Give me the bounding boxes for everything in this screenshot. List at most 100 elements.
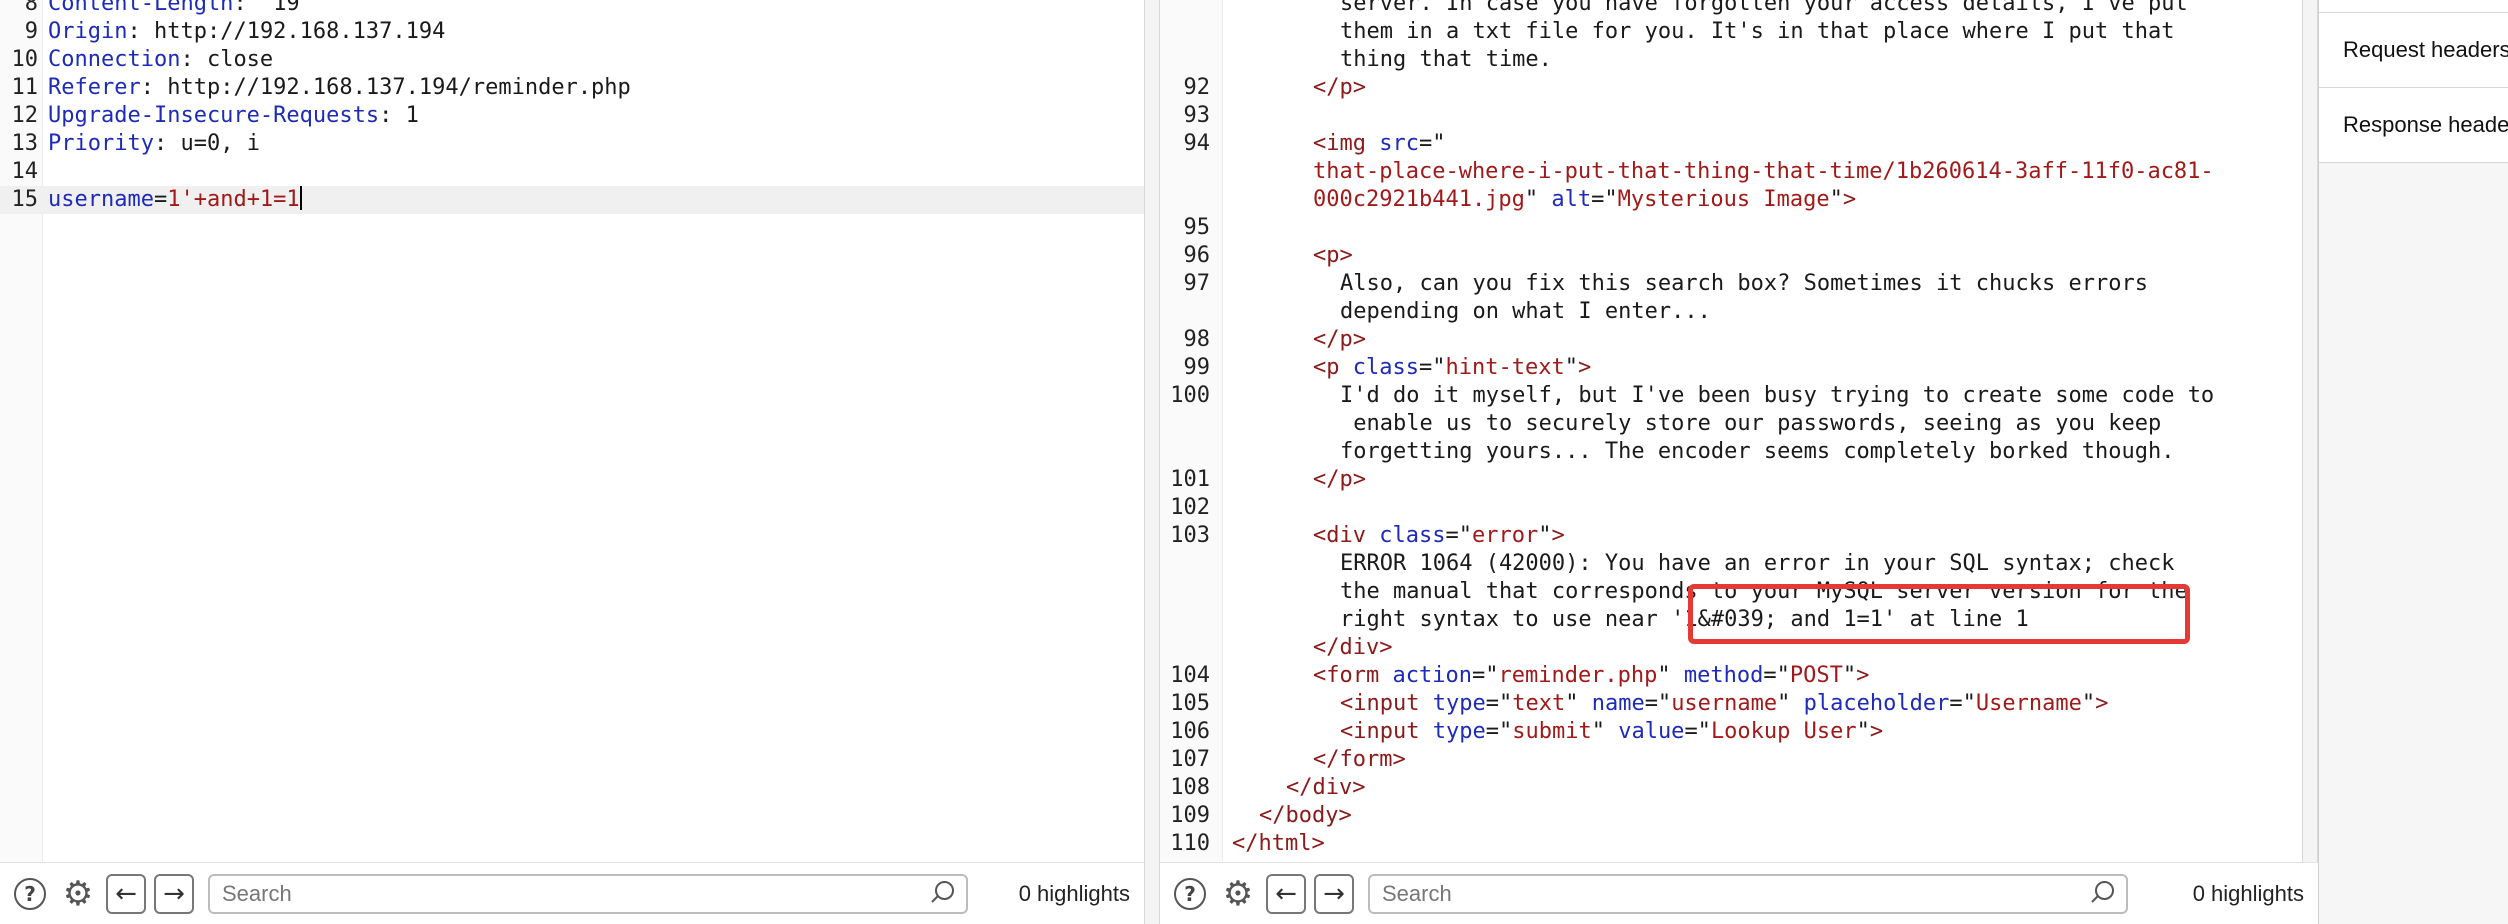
header-name: Connection — [48, 47, 181, 72]
code-line[interactable]: 10 Connection: close — [0, 46, 1144, 74]
highlights-count: 0 highlights — [2192, 880, 2304, 906]
line-number: 104 — [1170, 663, 1210, 688]
attr-value: text — [1512, 691, 1566, 716]
code-line[interactable]: 14 — [0, 158, 1144, 186]
line-number — [1160, 606, 1232, 634]
code-line-active[interactable]: 15 username=1'+and+1=1 — [0, 186, 1144, 214]
line-number: 8 — [24, 0, 38, 16]
code-line: 100 I'd do it myself, but I've been busy … — [1160, 382, 2318, 410]
line-number — [1160, 410, 1232, 438]
inspector-response-headers[interactable]: Response headers — [2319, 88, 2508, 163]
attr-value: username — [1671, 691, 1778, 716]
help-button[interactable]: ? — [10, 874, 50, 914]
attr-value: reminder.php — [1498, 663, 1658, 688]
sql-error-text: ERROR 1064 (42000): You have an error in… — [1340, 551, 2175, 576]
code-line: 105 <input type="text" name="username" pl… — [1160, 690, 2318, 718]
line-number: 14 — [11, 159, 39, 184]
code-line: 101 </p> — [1160, 466, 2318, 494]
code-line[interactable]: 9 Origin: http://192.168.137.194 — [0, 18, 1144, 46]
body-param-name: username — [48, 187, 154, 212]
code-line[interactable]: 12 Upgrade-Insecure-Requests: 1 — [0, 102, 1144, 130]
line-number: 92 — [1183, 75, 1211, 100]
sql-error-text: the manual that corresponds to your MySQ… — [1340, 579, 2188, 604]
attr-name: class — [1352, 355, 1419, 380]
img-src-value: 000c2921b441.jpg — [1313, 187, 1525, 212]
attr-value: submit — [1512, 719, 1592, 744]
line-number: 108 — [1170, 775, 1210, 800]
attr-value: error — [1471, 523, 1539, 548]
header-value: http://192.168.137.194/reminder.php — [153, 75, 631, 100]
attr-name: alt — [1551, 187, 1592, 212]
arrow-left-icon: ← — [1275, 878, 1297, 909]
line-number: 100 — [1170, 383, 1210, 408]
line-number — [1160, 46, 1232, 74]
next-match-button[interactable]: → — [154, 873, 194, 914]
help-button[interactable]: ? — [1170, 874, 1210, 914]
header-name: Origin — [48, 19, 128, 44]
code-line: depending on what I enter... — [1160, 298, 2318, 326]
code-line: enable us to securely store our password… — [1160, 410, 2318, 438]
code-line[interactable]: 11 Referer: http://192.168.137.194/remind… — [0, 74, 1144, 102]
arrow-left-icon: ← — [115, 878, 137, 909]
code-line: forgetting yours... The encoder seems co… — [1160, 438, 2318, 466]
line-number — [1160, 438, 1232, 466]
attr-name: src — [1379, 131, 1419, 156]
request-editor[interactable]: 8 Content-Length: 19 9 Origin: http://192.… — [0, 0, 1144, 862]
inspector-request-headers[interactable]: Request headers — [2319, 13, 2508, 88]
img-src-value: that-place-where-i-put-that-thing-that-t… — [1313, 159, 2214, 184]
code-line[interactable]: 13 Priority: u=0, i — [0, 130, 1144, 158]
settings-button[interactable]: ⚙ — [58, 874, 98, 914]
previous-match-button[interactable]: ← — [106, 873, 146, 914]
code-line: 99 <p class="hint-text"> — [1160, 354, 2318, 382]
body-param-value: 1'+and+1=1 — [167, 187, 300, 212]
attr-value: hint-text — [1445, 355, 1565, 380]
pane-splitter[interactable] — [1144, 0, 1160, 924]
tag-name: p — [1339, 467, 1353, 492]
attr-name: action — [1392, 663, 1472, 688]
settings-button[interactable]: ⚙ — [1218, 874, 1258, 914]
pane-splitter[interactable] — [2302, 0, 2318, 924]
tag-name: html — [1258, 831, 1312, 856]
code-text: thing that time. — [1340, 47, 1552, 72]
request-code[interactable]: 8 Content-Length: 19 9 Origin: http://192.… — [0, 0, 1144, 214]
inspector-top-edge — [2319, 0, 2508, 13]
line-number: 9 — [24, 19, 38, 44]
response-code[interactable]: server. In case you have forgotten your … — [1160, 0, 2318, 858]
line-number — [1160, 634, 1232, 662]
tag-name: form — [1339, 747, 1393, 772]
code-line: </div> — [1160, 634, 2318, 662]
code-line[interactable]: 8 Content-Length: 19 — [0, 0, 1144, 18]
attr-value: Username — [1975, 691, 2082, 716]
attr-name: method — [1683, 663, 1764, 688]
header-value: close — [193, 47, 274, 72]
line-number: 97 — [1183, 271, 1211, 296]
header-value: u=0, i — [167, 131, 260, 156]
code-line: 92 </p> — [1160, 74, 2318, 102]
line-number: 94 — [1183, 131, 1211, 156]
help-icon: ? — [14, 877, 46, 910]
search-icon — [926, 879, 956, 909]
line-number — [1160, 18, 1232, 46]
previous-match-button[interactable]: ← — [1266, 873, 1306, 914]
code-line: 110 </html> — [1160, 830, 2318, 858]
code-line: 97 Also, can you fix this search box? Som… — [1160, 270, 2318, 298]
next-match-button[interactable]: → — [1314, 873, 1354, 914]
code-line: 106 <input type="submit" value="Lookup Us… — [1160, 718, 2318, 746]
search-input[interactable] — [1370, 876, 2086, 911]
code-line: 94 <img src=" that-place-where-i-put-that-… — [1160, 130, 2318, 214]
inspector-panel: Request headers Response headers — [2318, 0, 2508, 924]
code-line: 96 <p> — [1160, 242, 2318, 270]
highlights-count: 0 highlights — [1018, 880, 1130, 906]
response-viewer[interactable]: server. In case you have forgotten your … — [1160, 0, 2318, 862]
search-input[interactable] — [210, 876, 926, 911]
code-line: 93 — [1160, 102, 2318, 130]
code-line: 95 — [1160, 214, 2318, 242]
line-number: 98 — [1183, 327, 1211, 352]
line-number: 106 — [1170, 719, 1210, 744]
gear-icon: ⚙ — [62, 873, 94, 914]
line-number: 103 — [1170, 523, 1210, 548]
line-number: 105 — [1170, 691, 1210, 716]
line-number: 11 — [11, 75, 39, 100]
search-box — [208, 873, 968, 914]
header-value: http://192.168.137.194 — [140, 19, 446, 44]
